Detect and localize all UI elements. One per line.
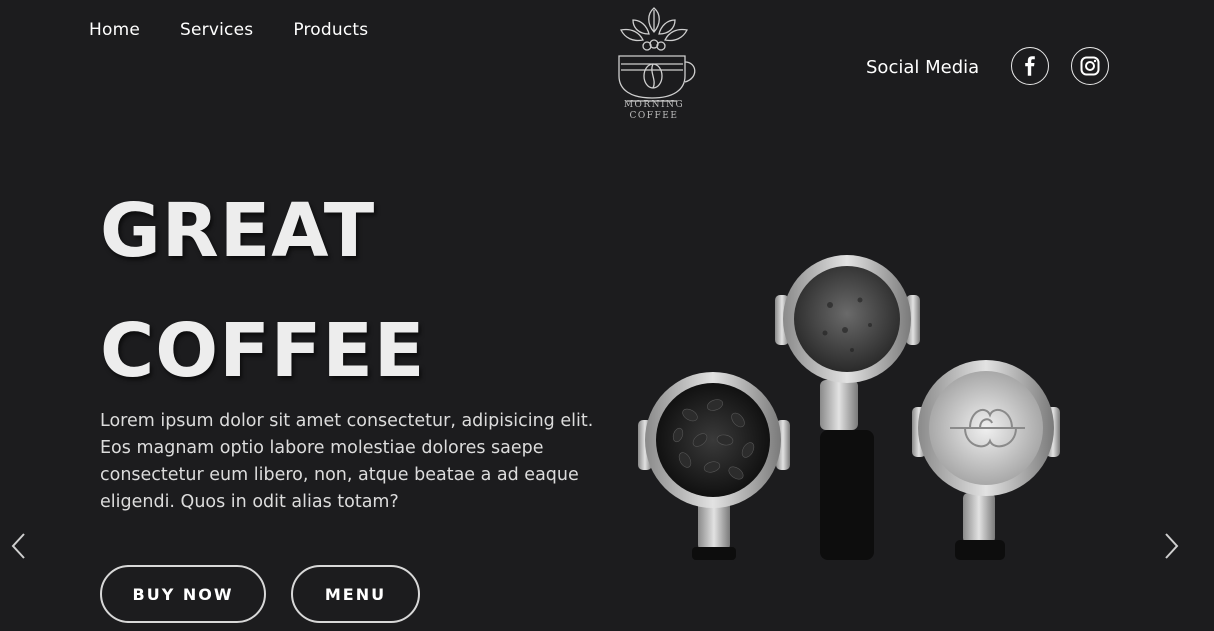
- facebook-button[interactable]: [1011, 47, 1049, 85]
- instagram-icon: [1080, 56, 1100, 76]
- main-nav: Home Services Products: [89, 20, 368, 40]
- buy-now-button[interactable]: BUY NOW: [100, 565, 266, 623]
- nav-services-link[interactable]: Services: [180, 20, 253, 40]
- morning-coffee-logo[interactable]: MORNING COFFEE: [607, 4, 701, 122]
- hero-description: Lorem ipsum dolor sit amet consectetur, …: [100, 411, 594, 512]
- facebook-icon: [1025, 56, 1035, 76]
- logo-line1: MORNING: [624, 100, 684, 110]
- nav-home-link[interactable]: Home: [89, 20, 140, 40]
- portafilters-image: [638, 255, 1060, 560]
- hero-headline-line1: GREAT: [100, 188, 376, 274]
- chevron-left-icon[interactable]: [10, 532, 28, 560]
- hero-headline-line2: COFFEE: [100, 308, 426, 394]
- logo-line2: COFFEE: [630, 111, 679, 121]
- menu-button[interactable]: MENU: [291, 565, 420, 623]
- social-media-label: Social Media: [866, 57, 980, 78]
- chevron-right-icon[interactable]: [1162, 532, 1180, 560]
- nav-products-link[interactable]: Products: [293, 20, 368, 40]
- instagram-button[interactable]: [1071, 47, 1109, 85]
